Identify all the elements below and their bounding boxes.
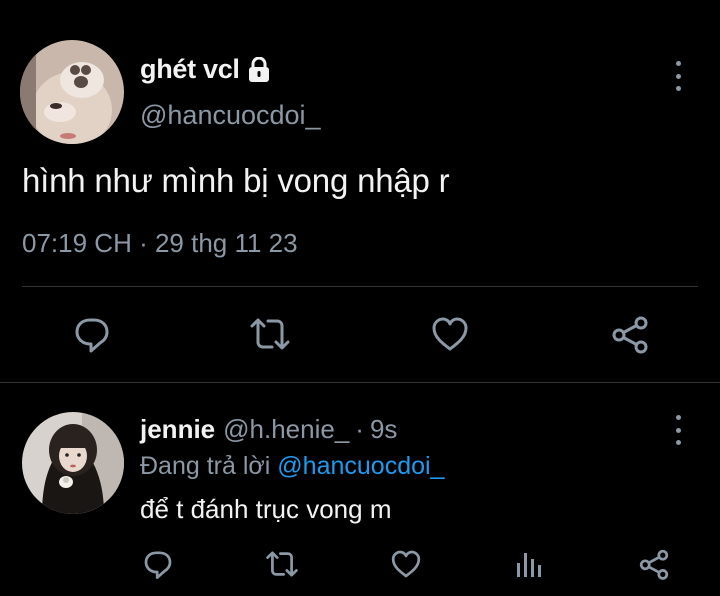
reply-author-avatar[interactable]	[22, 412, 124, 514]
retweet-icon[interactable]	[248, 312, 292, 356]
author-handle[interactable]: @hancuocdoi_	[140, 100, 321, 131]
reply-header: jennie @h.henie_ · 9s	[140, 414, 397, 445]
reply-separator: ·	[355, 414, 364, 444]
reply-icon[interactable]	[70, 312, 114, 356]
tweet-timestamp[interactable]: 07:19 CH · 29 thg 11 23	[22, 228, 298, 259]
reply-text: để t đánh trục vong m	[140, 494, 392, 524]
replying-to-line: Đang trả lời @hancuocdoi_	[140, 452, 444, 481]
reply-timestamp[interactable]: 9s	[370, 414, 397, 445]
reply-reply-icon[interactable]	[140, 546, 176, 582]
tweet-text: hình như mình bị vong nhập r	[22, 162, 450, 199]
reply-more-options-icon[interactable]	[672, 415, 684, 445]
analytics-icon[interactable]	[512, 546, 548, 582]
replying-to-mention[interactable]: @hancuocdoi_	[277, 452, 444, 480]
more-options-icon[interactable]	[672, 61, 684, 91]
lock-icon	[248, 56, 270, 83]
reply-like-icon[interactable]	[388, 546, 424, 582]
author-display-name[interactable]: ghét vcl	[140, 54, 240, 85]
reply-share-icon[interactable]	[636, 546, 672, 582]
reply-retweet-icon[interactable]	[264, 546, 300, 582]
author-name-row: ghét vcl	[140, 54, 270, 85]
reply-author-name[interactable]: jennie	[140, 414, 215, 445]
tweet-divider	[0, 382, 720, 383]
share-icon[interactable]	[608, 312, 652, 356]
replying-prefix: Đang trả lời	[140, 452, 271, 480]
author-avatar[interactable]	[20, 40, 124, 144]
like-icon[interactable]	[428, 312, 472, 356]
divider	[22, 286, 698, 287]
reply-author-handle[interactable]: @h.henie_	[223, 414, 349, 445]
